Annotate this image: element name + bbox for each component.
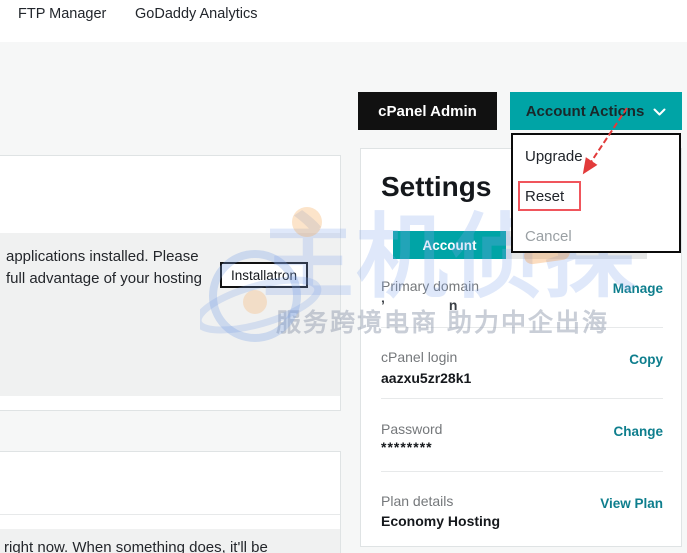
cpanel-login-label: cPanel login	[381, 349, 457, 365]
domain-redacted-fragment: n	[449, 297, 458, 313]
account-actions-button[interactable]: Account Actions	[510, 92, 682, 130]
account-actions-label: Account Actions	[526, 103, 645, 120]
account-actions-menu: Upgrade Reset Cancel	[511, 133, 681, 253]
applications-card: applications installed. Please full adva…	[0, 155, 341, 411]
password-value: ********	[381, 439, 433, 455]
installatron-button[interactable]: Installatron	[220, 262, 308, 288]
plan-details-label: Plan details	[381, 493, 453, 509]
change-link[interactable]: Change	[613, 424, 663, 439]
cpanel-admin-button[interactable]: cPanel Admin	[358, 92, 497, 130]
nav-item-godaddy-analytics[interactable]: GoDaddy Analytics	[135, 6, 258, 22]
primary-domain-label: Primary domain	[381, 278, 479, 294]
copy-link[interactable]: Copy	[629, 352, 663, 367]
tab-account[interactable]: Account	[393, 231, 506, 259]
top-nav: FTP Manager GoDaddy Analytics	[0, 0, 687, 42]
applications-banner: applications installed. Please full adva…	[0, 233, 340, 396]
applications-banner-text: applications installed. Please full adva…	[6, 246, 202, 290]
activity-banner: right now. When something does, it'll be	[0, 529, 340, 553]
hosting-dashboard: FTP Manager GoDaddy Analytics cPanel Adm…	[0, 0, 687, 553]
row-primary-domain: Primary domain ’ n Manage	[381, 259, 663, 328]
menu-item-upgrade[interactable]: Upgrade	[525, 148, 583, 165]
row-plan-details: Plan details Economy Hosting View Plan	[381, 472, 663, 548]
row-cpanel-login: cPanel login aazxu5zr28k1 Copy	[381, 328, 663, 399]
activity-card: right now. When something does, it'll be	[0, 451, 341, 553]
cpanel-login-value: aazxu5zr28k1	[381, 370, 471, 386]
nav-item-ftp-manager[interactable]: FTP Manager	[18, 6, 106, 22]
menu-item-reset[interactable]: Reset	[525, 188, 564, 205]
domain-redacted-fragment: ’	[381, 297, 385, 313]
password-label: Password	[381, 421, 442, 437]
settings-title: Settings	[381, 171, 491, 203]
row-password: Password ******** Change	[381, 399, 663, 472]
activity-card-divider	[0, 514, 340, 515]
cpanel-admin-label: cPanel Admin	[378, 103, 477, 120]
chevron-down-icon	[653, 104, 666, 121]
activity-banner-text: right now. When something does, it'll be	[4, 539, 268, 553]
manage-link[interactable]: Manage	[613, 281, 663, 296]
menu-item-cancel[interactable]: Cancel	[525, 228, 572, 245]
view-plan-link[interactable]: View Plan	[600, 496, 663, 511]
plan-details-value: Economy Hosting	[381, 513, 500, 529]
